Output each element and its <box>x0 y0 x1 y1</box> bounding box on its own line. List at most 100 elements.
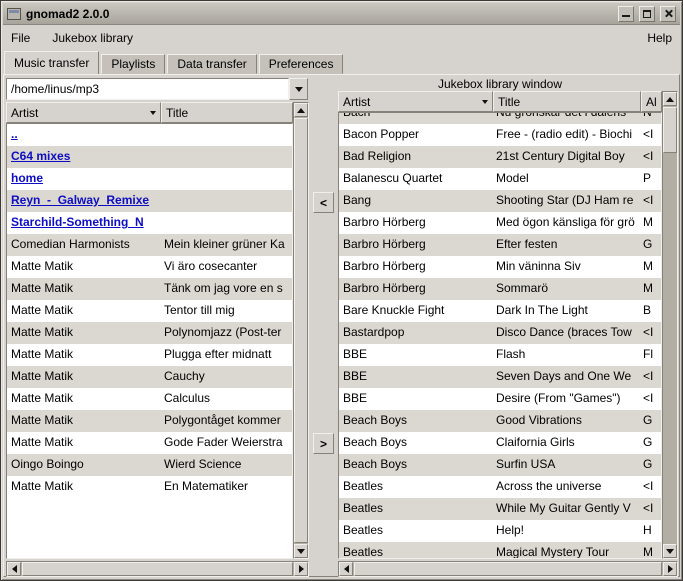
local-path-input[interactable] <box>6 78 289 100</box>
jukebox-scroll-up-button[interactable] <box>663 92 677 106</box>
menu-help[interactable]: Help <box>647 31 672 45</box>
local-path-dropdown-button[interactable] <box>289 78 308 100</box>
transfer-to-jukebox-button[interactable]: > <box>313 433 334 454</box>
jukebox-vscroll-thumb[interactable] <box>663 107 677 153</box>
local-scroll-left-button[interactable] <box>7 562 21 576</box>
local-row-title: Tänk om jag vore en s <box>164 281 283 295</box>
local-file-row[interactable]: Matte Matik Polynomjazz (Post-ter <box>7 322 292 344</box>
tab-music-transfer[interactable]: Music transfer <box>4 51 100 74</box>
local-file-row[interactable]: Comedian Harmonists Mein kleiner grüner … <box>7 234 292 256</box>
local-file-row[interactable]: home <box>7 168 292 190</box>
jukebox-track-row[interactable]: Beach Boys Good Vibrations G <box>339 410 661 432</box>
jukebox-row-album: M <box>643 259 653 273</box>
local-file-row[interactable]: Matte Matik Polygontåget kommer <box>7 410 292 432</box>
jukebox-track-row[interactable]: Balanescu Quartet Model P <box>339 168 661 190</box>
jukebox-track-row[interactable]: Beach Boys Claifornia Girls G <box>339 432 661 454</box>
local-file-row[interactable]: Matte Matik Plugga efter midnatt <box>7 344 292 366</box>
local-file-row[interactable]: Matte Matik Cauchy <box>7 366 292 388</box>
jukebox-track-row[interactable]: Bad Religion 21st Century Digital Boy <I <box>339 146 661 168</box>
jukebox-scroll-right-button[interactable] <box>663 562 677 576</box>
local-row-artist: C64 mixes <box>11 149 71 163</box>
tab-preferences[interactable]: Preferences <box>258 54 344 74</box>
local-file-row[interactable]: .. <box>7 124 292 146</box>
jukebox-track-row[interactable]: Barbro Hörberg Sommarö M <box>339 278 661 300</box>
local-title-column-header[interactable]: Title <box>161 102 293 123</box>
jukebox-track-row[interactable]: Barbro Hörberg Min väninna Siv M <box>339 256 661 278</box>
jukebox-row-album: N <box>643 112 652 119</box>
local-scroll-right-button[interactable] <box>294 562 308 576</box>
jukebox-album-column-header[interactable]: Al <box>641 91 662 112</box>
jukebox-track-row[interactable]: BBE Flash Fl <box>339 344 661 366</box>
close-button[interactable] <box>660 5 676 22</box>
tab-data-transfer[interactable]: Data transfer <box>167 54 257 74</box>
jukebox-track-row[interactable]: Bastardpop Disco Dance (braces Tow <I <box>339 322 661 344</box>
local-row-artist: Matte Matik <box>11 281 74 295</box>
local-file-row[interactable]: Matte Matik Vi äro cosecanter <box>7 256 292 278</box>
arrow-down-icon <box>297 548 305 554</box>
local-file-row[interactable]: Matte Matik En Matematiker <box>7 476 292 498</box>
jukebox-track-row[interactable]: Beach Boys Surfin USA G <box>339 454 661 476</box>
local-file-row[interactable]: C64 mixes <box>7 146 292 168</box>
jukebox-row-title: While My Guitar Gently V <box>496 501 631 515</box>
jukebox-track-row[interactable]: Beatles Magical Mystery Tour M <box>339 542 661 558</box>
menu-file[interactable]: File <box>11 31 30 45</box>
jukebox-row-title: Free - (radio edit) - Biochi <box>496 127 633 141</box>
jukebox-row-title: Shooting Star (DJ Ham re <box>496 193 634 207</box>
local-row-title: Vi äro cosecanter <box>164 259 258 273</box>
jukebox-row-title: Med ögon känsliga för grö <box>496 215 635 229</box>
local-vscroll-thumb[interactable] <box>294 118 308 543</box>
local-row-artist: Matte Matik <box>11 435 74 449</box>
jukebox-row-album: <I <box>643 325 654 339</box>
local-scroll-down-button[interactable] <box>294 544 308 558</box>
jukebox-track-row[interactable]: Bare Knuckle Fight Dark In The Light B <box>339 300 661 322</box>
local-row-title: En Matematiker <box>164 479 249 493</box>
jukebox-row-album: <I <box>643 127 654 141</box>
local-vertical-scrollbar[interactable] <box>293 102 309 559</box>
jukebox-track-row[interactable]: BBE Desire (From "Games") <I <box>339 388 661 410</box>
jukebox-track-row[interactable]: BBE Seven Days and One We <I <box>339 366 661 388</box>
jukebox-hscroll-thumb[interactable] <box>354 562 662 576</box>
jukebox-track-row[interactable]: Beatles Across the universe <I <box>339 476 661 498</box>
menu-jukebox-library[interactable]: Jukebox library <box>52 31 133 45</box>
jukebox-horizontal-scrollbar[interactable] <box>338 561 678 577</box>
titlebar[interactable]: gnomad2 2.0.0 <box>3 3 680 25</box>
local-row-title <box>160 124 292 146</box>
jukebox-track-row[interactable]: Bang Shooting Star (DJ Ham re <I <box>339 190 661 212</box>
jukebox-title-column-header[interactable]: Title <box>493 91 641 112</box>
jukebox-track-row[interactable]: Barbro Hörberg Efter festen G <box>339 234 661 256</box>
local-file-row[interactable]: Matte Matik Tänk om jag vore en s <box>7 278 292 300</box>
jukebox-track-row[interactable]: Beatles While My Guitar Gently V <I <box>339 498 661 520</box>
local-file-row[interactable]: Reyn_-_Galway_Remixe <box>7 190 292 212</box>
jukebox-row-title: Disco Dance (braces Tow <box>496 325 632 339</box>
local-file-row[interactable]: Starchild-Something_N <box>7 212 292 234</box>
maximize-button[interactable] <box>639 5 655 22</box>
jukebox-track-row[interactable]: Beatles Help! H <box>339 520 661 542</box>
local-horizontal-scrollbar[interactable] <box>6 561 309 577</box>
jukebox-row-album: <I <box>643 149 654 163</box>
local-hscroll-thumb[interactable] <box>22 562 293 576</box>
jukebox-row-artist: Beatles <box>343 523 384 537</box>
local-file-row[interactable]: Oingo Boingo Wierd Science <box>7 454 292 476</box>
jukebox-track-row[interactable]: Barbro Hörberg Med ögon känsliga för grö… <box>339 212 661 234</box>
arrow-up-icon <box>297 107 305 113</box>
jukebox-scroll-down-button[interactable] <box>663 544 677 558</box>
local-scroll-up-button[interactable] <box>294 103 308 117</box>
local-file-row[interactable]: Matte Matik Tentor till mig <box>7 300 292 322</box>
jukebox-track-row[interactable]: Bacon Popper Free - (radio edit) - Bioch… <box>339 124 661 146</box>
local-file-row[interactable]: Matte Matik Calculus <box>7 388 292 410</box>
transfer-to-local-button[interactable]: < <box>313 192 334 213</box>
minimize-button[interactable] <box>618 5 634 22</box>
jukebox-row-album: G <box>643 413 653 427</box>
arrow-left-icon <box>343 565 349 573</box>
local-file-row[interactable]: Matte Matik Gode Fader Weierstra <box>7 432 292 454</box>
jukebox-row-artist: Bad Religion <box>343 149 412 163</box>
local-artist-column-header[interactable]: Artist <box>6 102 161 123</box>
jukebox-vertical-scrollbar[interactable] <box>662 91 678 559</box>
jukebox-scroll-left-button[interactable] <box>339 562 353 576</box>
window-menu-icon[interactable] <box>7 7 21 20</box>
tab-playlists[interactable]: Playlists <box>101 54 166 74</box>
jukebox-artist-column-header[interactable]: Artist <box>338 91 493 112</box>
local-row-artist: Matte Matik <box>11 259 74 273</box>
jukebox-track-row[interactable]: Bach Nu grönskar det i dalens N <box>339 112 661 124</box>
jukebox-row-album: M <box>643 215 653 229</box>
